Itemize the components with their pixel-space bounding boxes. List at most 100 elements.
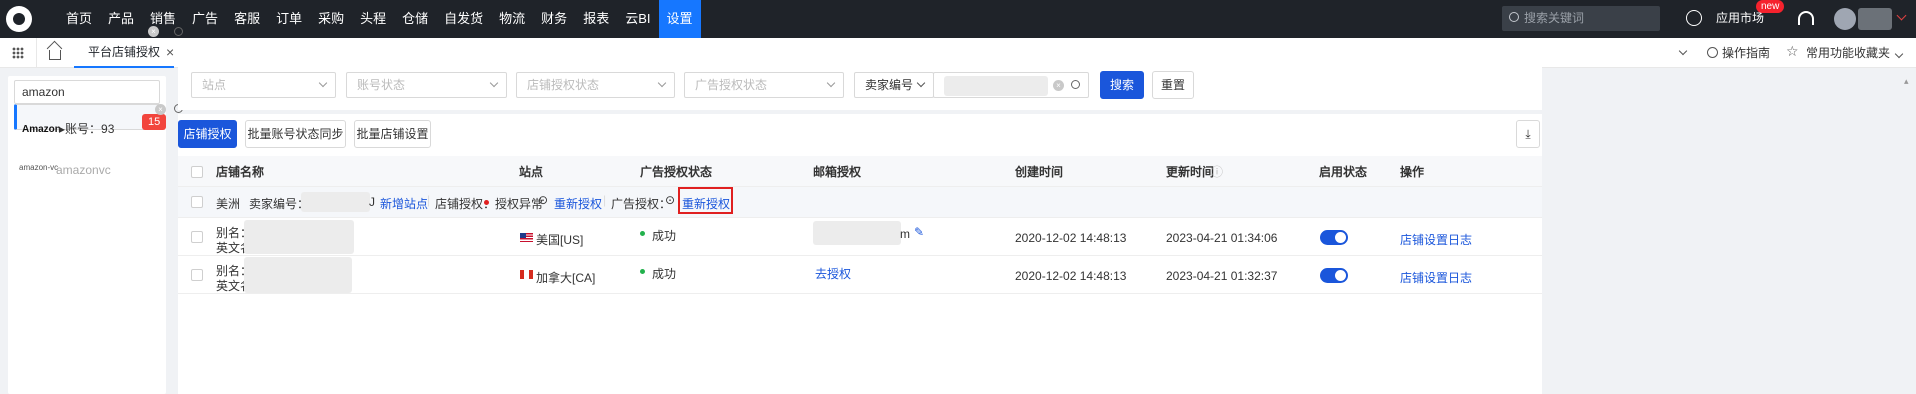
- col-header-ad-auth: 广告授权状态: [640, 165, 713, 179]
- col-header-store-name: 店铺名称: [216, 165, 265, 179]
- log-link[interactable]: 日志: [1448, 269, 1472, 286]
- nav-item-reports[interactable]: 报表: [575, 0, 617, 38]
- clear-icon[interactable]: ×: [1053, 80, 1064, 91]
- error-dot-icon: [484, 200, 489, 205]
- batch-settings-button[interactable]: 批量店铺设置: [354, 120, 431, 148]
- platform-item-amazonvc[interactable]: amazon-vc amazonvc: [14, 150, 160, 190]
- masked-seller-id: [301, 192, 370, 212]
- amazon-vc-logo: amazon-vc: [19, 163, 59, 172]
- reauth-icon: ⊙: [665, 193, 676, 207]
- col-header-actions: 操作: [1400, 165, 1425, 179]
- nav-item-service[interactable]: 客服: [226, 0, 268, 38]
- row-checkbox[interactable]: [191, 269, 203, 281]
- reset-button[interactable]: 重置: [1152, 71, 1194, 99]
- tab-store-auth[interactable]: 平台店铺授权: [74, 38, 175, 68]
- select-all-checkbox[interactable]: [191, 166, 203, 178]
- ad-auth-status-select[interactable]: 广告授权状态: [684, 72, 844, 98]
- store-reauth-link[interactable]: 重新授权: [554, 195, 602, 212]
- store-auth-status: 授权异常: [495, 197, 544, 211]
- enable-toggle[interactable]: [1320, 268, 1348, 283]
- logo-icon[interactable]: [6, 6, 32, 32]
- filter-bar: 站点 账号状态 店铺授权状态 广告授权状态 卖家编号 × 搜索 重置: [178, 64, 1542, 110]
- seller-id-tail: J: [369, 195, 375, 209]
- avatar[interactable]: [1834, 8, 1856, 30]
- scroll-up-icon[interactable]: ▴: [1904, 76, 1909, 87]
- platform-search-input[interactable]: amazon: [14, 80, 160, 104]
- new-badge: new: [1756, 0, 1785, 13]
- row-checkbox[interactable]: [191, 231, 203, 243]
- chevron-down-icon[interactable]: [1896, 10, 1907, 21]
- headset-icon[interactable]: [1798, 11, 1814, 25]
- store-settings-link[interactable]: 店铺设置: [1400, 269, 1448, 286]
- ca-flag-icon: [520, 270, 533, 279]
- account-status-select[interactable]: 账号状态: [346, 72, 507, 98]
- search-button[interactable]: 搜索: [1100, 71, 1144, 99]
- seller-id-type-select[interactable]: 卖家编号: [854, 72, 934, 98]
- ad-status-value: 成功: [652, 229, 677, 243]
- email-tail: m: [900, 227, 910, 241]
- nav-item-settings[interactable]: 设置: [658, 0, 701, 38]
- edit-icon[interactable]: ✎: [914, 225, 924, 239]
- nav-item-home[interactable]: 首页: [58, 0, 100, 38]
- us-flag-icon: [520, 233, 533, 242]
- masked-store-name: [244, 257, 352, 293]
- masked-store-name: [244, 220, 354, 254]
- created-time: 2020-12-02 14:48:13: [1015, 269, 1127, 283]
- region-label: 美洲: [216, 197, 241, 211]
- global-search-input[interactable]: 搜索关键词: [1502, 6, 1660, 31]
- apps-grid-icon[interactable]: [12, 47, 24, 59]
- col-header-email-auth: 邮箱授权: [813, 165, 862, 179]
- site-select[interactable]: 站点: [191, 72, 336, 98]
- close-icon[interactable]: ×: [166, 44, 174, 60]
- store-auth-status-select[interactable]: 店铺授权状态: [516, 72, 675, 98]
- nav-item-cloudbi[interactable]: 云BI: [617, 0, 658, 38]
- reauth-icon: ⊙: [538, 193, 549, 207]
- app-market-icon[interactable]: [1686, 10, 1702, 26]
- main-content: 站点 账号状态 店铺授权状态 广告授权状态 卖家编号 × 搜索 重置 店铺授权 …: [178, 64, 1878, 394]
- star-icon: ☆: [1786, 43, 1799, 59]
- account-count-label: ▸账号：93: [59, 122, 115, 136]
- nav-item-orders[interactable]: 订单: [268, 0, 310, 38]
- ad-auth-label: 广告授权：: [611, 197, 672, 211]
- col-header-updated: 更新时间: [1166, 165, 1215, 179]
- nav-item-logistics[interactable]: 物流: [491, 0, 533, 38]
- nav-item-firstleg[interactable]: 头程: [352, 0, 394, 38]
- success-dot-icon: [640, 231, 645, 236]
- download-button[interactable]: ⤓: [1516, 120, 1540, 148]
- search-icon[interactable]: [174, 27, 183, 36]
- add-site-link[interactable]: 新增站点: [380, 195, 428, 212]
- batch-sync-button[interactable]: 批量账号状态同步: [245, 120, 346, 148]
- top-navbar: 首页 产品 销售 广告 客服 订单 采购 头程 仓储 自发货 物流 财务 报表 …: [0, 0, 1916, 38]
- store-settings-link[interactable]: 店铺设置: [1400, 231, 1448, 248]
- nav-item-selfship[interactable]: 自发货: [436, 0, 491, 38]
- enable-toggle[interactable]: [1320, 230, 1348, 245]
- nav-item-product[interactable]: 产品: [100, 0, 142, 38]
- updated-time: 2023-04-21 01:34:06: [1166, 231, 1278, 245]
- nav-item-purchase[interactable]: 采购: [310, 0, 352, 38]
- count-badge: 15: [142, 114, 167, 130]
- group-checkbox[interactable]: [191, 196, 203, 208]
- platform-sidebar: amazon × Amazon ▸账号：93 15 amazon-vc amaz…: [8, 26, 183, 394]
- scrollbar[interactable]: ▴: [1904, 76, 1912, 386]
- clear-icon[interactable]: ×: [148, 26, 159, 37]
- question-icon: [1707, 47, 1718, 58]
- nav-item-warehouse[interactable]: 仓储: [394, 0, 436, 38]
- info-icon: ⓘ: [1211, 165, 1224, 179]
- search-icon[interactable]: [1071, 80, 1080, 89]
- log-link[interactable]: 日志: [1448, 231, 1472, 248]
- ad-status-value: 成功: [652, 267, 677, 281]
- seller-id-label: 卖家编号：: [249, 197, 310, 211]
- platform-item-amazon[interactable]: Amazon ▸账号：93 15: [14, 104, 167, 136]
- created-time: 2020-12-02 14:48:13: [1015, 231, 1127, 245]
- divider: |: [603, 193, 607, 207]
- user-name-masked[interactable]: [1858, 8, 1892, 30]
- platform-label: amazonvc: [56, 163, 111, 177]
- nav-item-ads[interactable]: 广告: [184, 0, 226, 38]
- clear-icon[interactable]: ×: [155, 104, 166, 115]
- store-auth-button[interactable]: 店铺授权: [178, 120, 237, 148]
- email-auth-link[interactable]: 去授权: [815, 265, 851, 282]
- site-value: 美国[US]: [536, 233, 584, 247]
- success-dot-icon: [640, 269, 645, 274]
- nav-item-finance[interactable]: 财务: [533, 0, 575, 38]
- highlight-box: [678, 187, 733, 214]
